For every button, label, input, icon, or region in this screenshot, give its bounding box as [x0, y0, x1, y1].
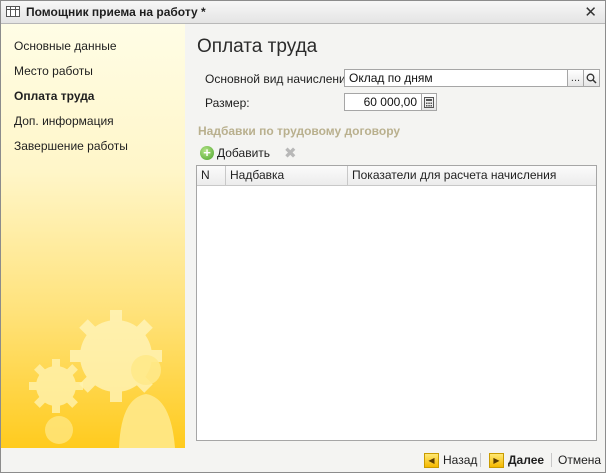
- cancel-button-label: Отмена: [558, 453, 602, 467]
- assistant-window: Помощник приема на работу * ✕ Основные д…: [0, 0, 606, 473]
- sidebar-item-payment[interactable]: Оплата труда: [14, 89, 94, 103]
- sidebar-item-workplace[interactable]: Место работы: [14, 64, 93, 78]
- table-header: N Надбавка Показатели для расчета начисл…: [197, 166, 596, 186]
- title-bar: Помощник приема на работу * ✕: [1, 1, 605, 24]
- magnifier-icon[interactable]: [583, 69, 600, 87]
- table-app-icon: [6, 6, 20, 17]
- gears-person-illustration: [29, 310, 175, 448]
- window-title: Помощник приема на работу *: [26, 5, 206, 19]
- wizard-footer: ◀ Назад ▶ Далее Отмена: [1, 448, 605, 472]
- next-button-label: Далее: [508, 453, 545, 467]
- column-header-indicators[interactable]: Показатели для расчета начисления: [348, 166, 596, 185]
- accrual-type-field[interactable]: Оклад по дням: [344, 69, 568, 87]
- main-panel: Оплата труда Основной вид начисления: Ок…: [186, 24, 605, 448]
- add-icon: +: [200, 146, 214, 160]
- column-header-number[interactable]: N: [197, 166, 226, 185]
- select-button[interactable]: ...: [567, 69, 584, 87]
- sidebar-item-finish[interactable]: Завершение работы: [14, 139, 128, 153]
- wizard-steps-sidebar: Основные данные Место работы Оплата труд…: [1, 24, 185, 448]
- allowances-table[interactable]: N Надбавка Показатели для расчета начисл…: [196, 165, 597, 441]
- footer-separator: [480, 453, 481, 467]
- back-button[interactable]: ◀ Назад: [424, 451, 477, 469]
- close-icon[interactable]: ✕: [584, 3, 597, 21]
- calculator-icon[interactable]: [421, 93, 437, 111]
- allowances-section-title: Надбавки по трудовому договору: [198, 124, 401, 138]
- sidebar-item-additional-info[interactable]: Доп. информация: [14, 114, 114, 128]
- next-button[interactable]: ▶ Далее: [489, 451, 544, 469]
- page-title: Оплата труда: [197, 36, 318, 57]
- back-button-label: Назад: [443, 453, 478, 467]
- add-button-label: Добавить: [217, 146, 271, 160]
- add-allowance-button[interactable]: + Добавить: [200, 144, 270, 162]
- cancel-button[interactable]: Отмена: [558, 451, 601, 469]
- amount-label: Размер:: [205, 96, 250, 110]
- accrual-type-label: Основной вид начисления:: [205, 72, 356, 86]
- footer-separator: [551, 453, 552, 467]
- column-header-allowance[interactable]: Надбавка: [226, 166, 348, 185]
- arrow-left-icon: ◀: [424, 452, 439, 468]
- amount-field[interactable]: 60 000,00: [344, 93, 422, 111]
- sidebar-item-main-data[interactable]: Основные данные: [14, 39, 117, 53]
- delete-icon[interactable]: ✖: [284, 144, 297, 162]
- arrow-right-icon: ▶: [489, 452, 504, 468]
